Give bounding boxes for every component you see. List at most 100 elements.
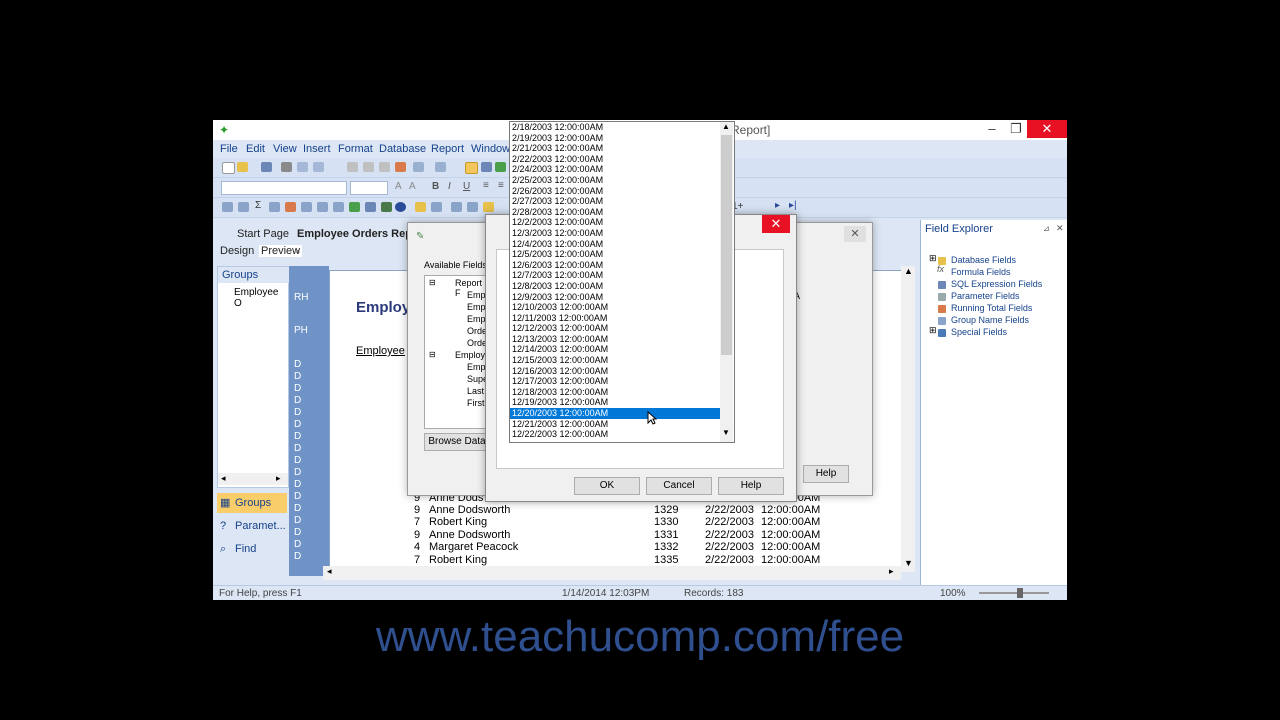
font-name-select[interactable]: [221, 181, 347, 195]
tree-item[interactable]: Emp: [467, 290, 486, 300]
next-page-icon[interactable]: ▸: [775, 200, 780, 211]
list-item[interactable]: 12/4/2003 12:00:00AM: [510, 239, 720, 250]
export-icon[interactable]: [313, 162, 324, 172]
font-size-select[interactable]: [350, 181, 388, 195]
list-item[interactable]: 12/17/2003 12:00:00AM: [510, 376, 720, 387]
shrink-font-icon[interactable]: A: [409, 181, 416, 192]
save-icon[interactable]: [261, 162, 272, 172]
fe-database-fields[interactable]: Database Fields: [951, 255, 1016, 265]
dialog-close-button[interactable]: ✕: [844, 226, 866, 242]
tab-employee-orders-report[interactable]: Employee Orders Repor: [297, 228, 423, 240]
insert-line-icon[interactable]: [317, 202, 328, 212]
tree-item[interactable]: Orde: [467, 326, 487, 336]
list-scrollbar[interactable]: ▲ ▼: [720, 122, 733, 442]
insert-group-icon[interactable]: [238, 202, 249, 212]
tab-start-page[interactable]: Start Page: [237, 228, 289, 240]
list-item-selected[interactable]: 12/20/2003 12:00:00AM: [510, 408, 720, 419]
copy-icon[interactable]: [363, 162, 374, 172]
zoom-slider-thumb[interactable]: [1017, 588, 1023, 598]
tree-item[interactable]: Emp: [467, 302, 486, 312]
fe-running-total-fields[interactable]: Running Total Fields: [951, 303, 1032, 313]
menu-file[interactable]: File: [220, 143, 238, 155]
undo-icon[interactable]: [413, 162, 424, 172]
select-expert-icon[interactable]: [483, 202, 494, 212]
fe-sql-expression-fields[interactable]: SQL Expression Fields: [951, 279, 1042, 289]
tree-item[interactable]: Emp: [467, 314, 486, 324]
menu-insert[interactable]: Insert: [303, 143, 331, 155]
format-painter-icon[interactable]: [395, 162, 406, 172]
close-panel-icon[interactable]: ✕: [1056, 223, 1064, 234]
print-preview-icon[interactable]: [297, 162, 308, 172]
insert-picture-icon[interactable]: [349, 202, 360, 212]
last-page-icon[interactable]: ▸|: [789, 200, 797, 211]
preview-toggle-icon[interactable]: [481, 162, 492, 172]
group-tree-scrollbar[interactable]: ◂ ▸: [218, 473, 288, 485]
align-left-icon[interactable]: ≡: [483, 180, 489, 191]
list-item[interactable]: 12/9/2003 12:00:00AM: [510, 292, 720, 303]
fe-parameter-fields[interactable]: Parameter Fields: [951, 291, 1020, 301]
menu-format[interactable]: Format: [338, 143, 373, 155]
list-item[interactable]: 12/18/2003 12:00:00AM: [510, 387, 720, 398]
pin-icon[interactable]: ⊿: [1043, 224, 1050, 233]
tree-item[interactable]: Last: [467, 386, 484, 396]
open-icon[interactable]: [237, 162, 248, 172]
insert-subreport-icon[interactable]: [301, 202, 312, 212]
cut-icon[interactable]: [347, 162, 358, 172]
group-expert-icon[interactable]: [431, 202, 442, 212]
ok-button[interactable]: OK: [574, 477, 640, 495]
nav-parameters-button[interactable]: ? Paramet...: [217, 516, 287, 536]
scroll-left-icon[interactable]: ◂: [221, 473, 226, 484]
align-center-icon[interactable]: ≡: [498, 180, 504, 191]
nav-groups-button[interactable]: ▦ Groups: [217, 493, 287, 513]
record-sort-icon[interactable]: [467, 202, 478, 212]
menu-database[interactable]: Database: [379, 143, 426, 155]
help-button[interactable]: Help: [803, 465, 849, 483]
scroll-left-icon[interactable]: ◂: [327, 566, 332, 577]
paste-icon[interactable]: [379, 162, 390, 172]
menu-view[interactable]: View: [273, 143, 297, 155]
list-item[interactable]: 12/3/2003 12:00:00AM: [510, 228, 720, 239]
list-item[interactable]: 12/12/2003 12:00:00AM: [510, 323, 720, 334]
insert-chart-icon[interactable]: [365, 202, 376, 212]
collapse-icon[interactable]: ⊟: [429, 350, 436, 359]
new-icon[interactable]: [222, 162, 235, 174]
design-toggle-icon[interactable]: [465, 162, 478, 174]
list-item[interactable]: 12/2/2003 12:00:00AM: [510, 217, 720, 228]
redo-icon[interactable]: [435, 162, 446, 172]
italic-icon[interactable]: I: [448, 181, 451, 192]
list-item[interactable]: 2/22/2003 12:00:00AM: [510, 154, 720, 165]
list-item[interactable]: 12/16/2003 12:00:00AM: [510, 366, 720, 377]
fe-formula-fields[interactable]: Formula Fields: [951, 267, 1011, 277]
database-expert-icon[interactable]: [415, 202, 426, 212]
date-value-list[interactable]: 2/18/2003 12:00:00AM 2/19/2003 12:00:00A…: [509, 121, 735, 443]
restore-button[interactable]: ❐: [1003, 120, 1029, 138]
list-item[interactable]: 12/5/2003 12:00:00AM: [510, 249, 720, 260]
list-item[interactable]: 12/19/2003 12:00:00AM: [510, 397, 720, 408]
fe-group-name-fields[interactable]: Group Name Fields: [951, 315, 1029, 325]
insert-crosstab-icon[interactable]: [269, 202, 280, 212]
scroll-down-icon[interactable]: ▼: [904, 558, 913, 568]
section-expert-icon[interactable]: [451, 202, 462, 212]
list-item[interactable]: 2/26/2003 12:00:00AM: [510, 186, 720, 197]
list-item[interactable]: 12/7/2003 12:00:00AM: [510, 270, 720, 281]
expand-icon[interactable]: ⊞: [929, 253, 937, 264]
underline-icon[interactable]: U: [463, 181, 470, 192]
menu-window[interactable]: Window: [471, 143, 510, 155]
list-item[interactable]: 2/21/2003 12:00:00AM: [510, 143, 720, 154]
list-item[interactable]: 12/21/2003 12:00:00AM: [510, 419, 720, 430]
list-item[interactable]: 2/28/2003 12:00:00AM: [510, 207, 720, 218]
list-item[interactable]: 12/13/2003 12:00:00AM: [510, 334, 720, 345]
tree-item[interactable]: Employ: [455, 350, 485, 360]
list-item[interactable]: 2/27/2003 12:00:00AM: [510, 196, 720, 207]
scroll-up-icon[interactable]: ▲: [904, 266, 913, 276]
list-item[interactable]: 12/14/2003 12:00:00AM: [510, 344, 720, 355]
help-button[interactable]: Help: [718, 477, 784, 495]
cancel-button[interactable]: Cancel: [646, 477, 712, 495]
print-icon[interactable]: [281, 162, 292, 172]
list-scroll-thumb[interactable]: [721, 135, 732, 355]
list-item[interactable]: 2/19/2003 12:00:00AM: [510, 133, 720, 144]
list-item[interactable]: 12/22/2003 12:00:00AM: [510, 429, 720, 440]
insert-map-icon[interactable]: [381, 202, 392, 212]
tree-item[interactable]: Emp: [467, 362, 486, 372]
preview-vertical-scrollbar[interactable]: ▲ ▼: [901, 266, 915, 572]
